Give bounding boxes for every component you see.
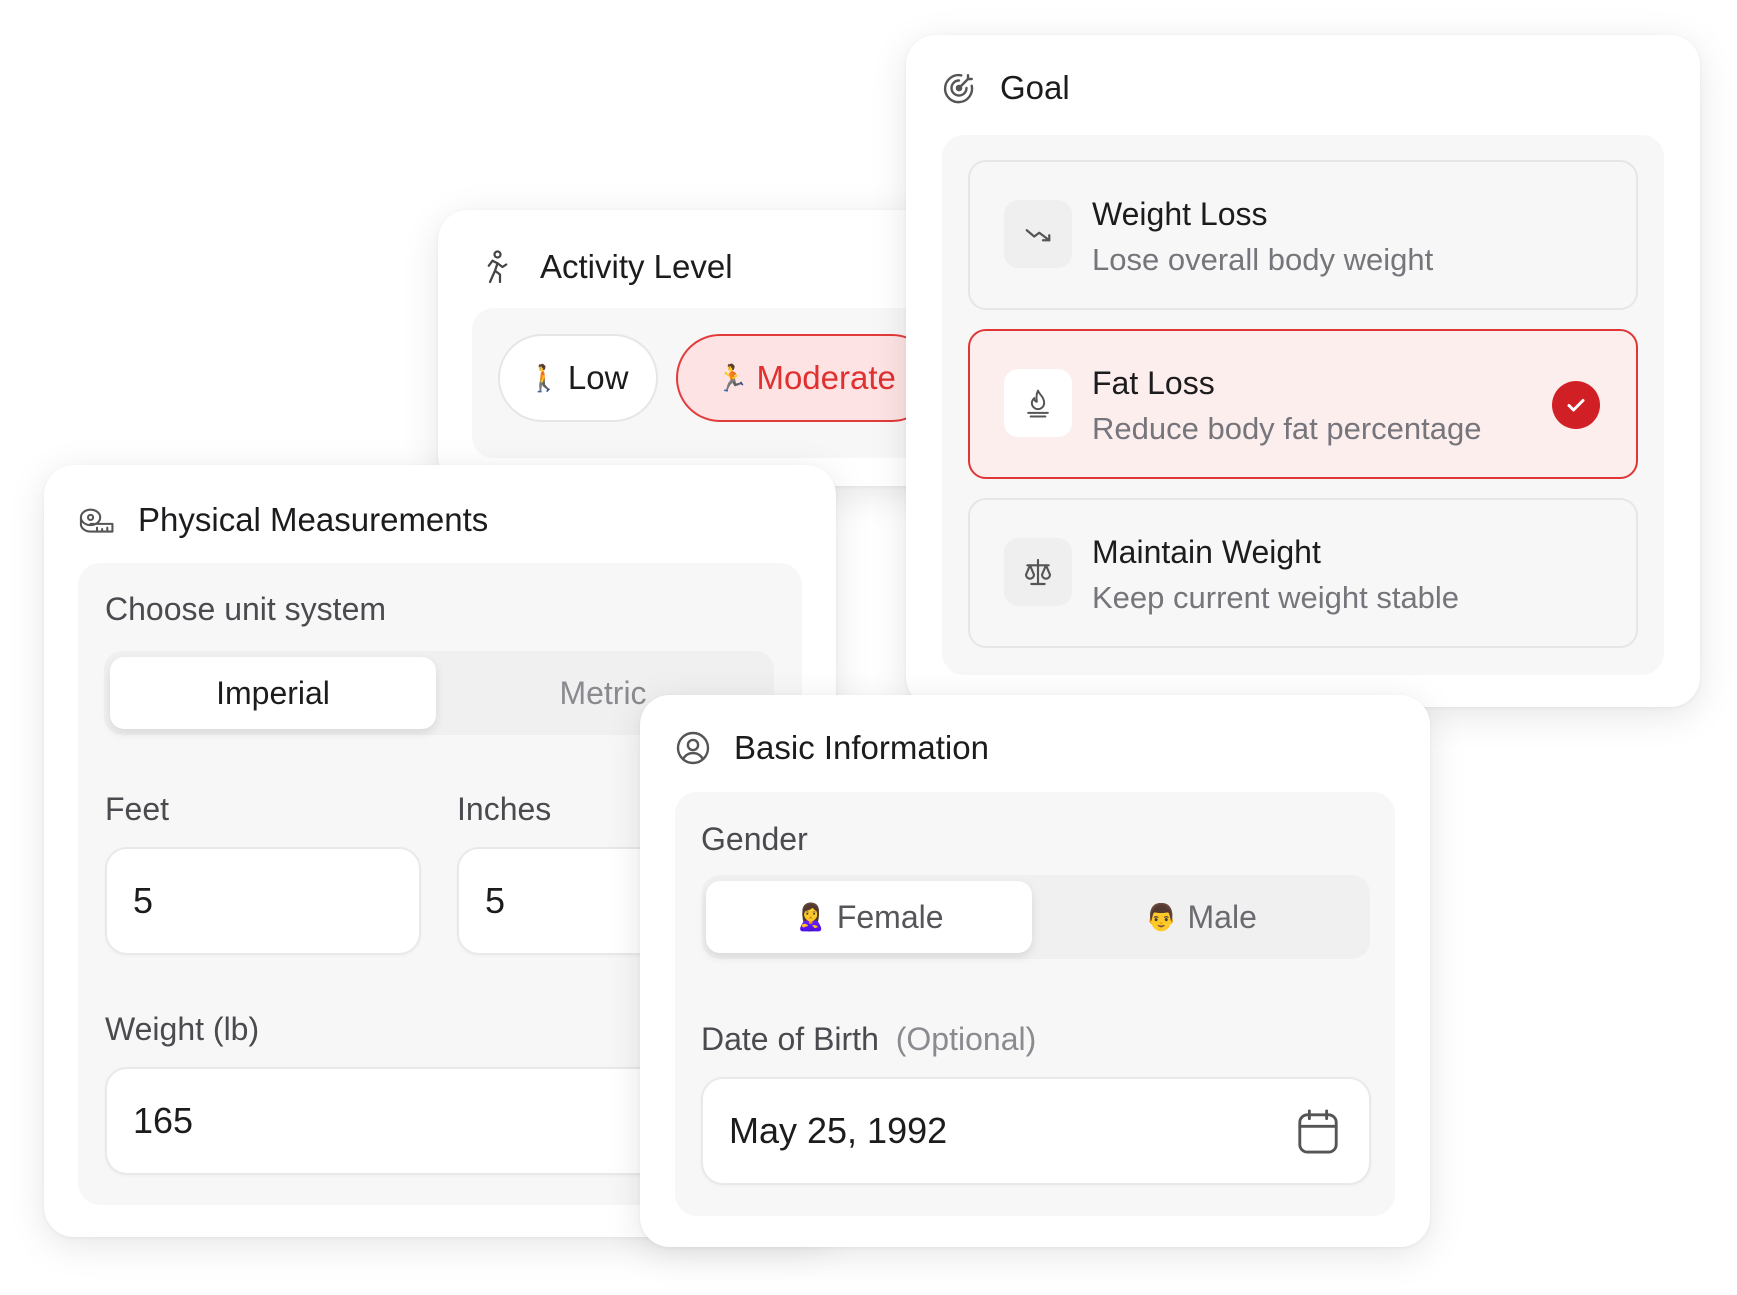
activity-level-title: Activity Level [540,248,733,285]
goal-card: Goal Weight Loss Lose overall body weigh… [906,35,1700,707]
goal-option-title: Fat Loss [1092,365,1215,401]
gender-option-female[interactable]: 🙎‍♀️ Female [706,881,1032,953]
selected-check-icon [1552,381,1600,429]
target-icon [940,69,978,107]
basic-information-header: Basic Information [674,729,989,767]
flame-icon [1004,369,1072,437]
physical-measurements-header: Physical Measurements [78,501,488,539]
weight-value: 165 [133,1100,194,1141]
gender-toggle: 🙎‍♀️ Female 👨 Male [702,875,1370,959]
unit-option-imperial[interactable]: Imperial [110,657,436,729]
goal-option-description: Keep current weight stable [1092,580,1460,615]
running-person-emoji-icon: 🏃 [716,362,749,393]
running-person-icon [476,248,514,286]
inches-value: 5 [485,880,506,921]
date-of-birth-optional-text: (Optional) [895,1021,1037,1057]
goal-option-maintain-weight[interactable]: Maintain Weight Keep current weight stab… [968,498,1638,648]
goal-option-title: Weight Loss [1092,196,1268,232]
basic-information-card: Basic Information Gender 🙎‍♀️ Female 👨 M… [640,695,1430,1247]
gender-label: Gender [701,821,808,857]
goal-option-description: Lose overall body weight [1092,242,1434,277]
user-circle-icon [674,729,712,767]
inches-label: Inches [457,791,552,827]
gender-option-label: Male [1187,898,1257,935]
weight-label: Weight (lb) [105,1011,260,1047]
activity-option-label: Moderate [756,359,896,396]
date-of-birth-input[interactable]: May 25, 1992 [701,1077,1371,1185]
calendar-icon[interactable] [1295,1107,1341,1166]
goal-header: Goal [940,69,1070,107]
feet-label: Feet [105,791,170,827]
goal-option-title: Maintain Weight [1092,534,1321,570]
goal-option-fat-loss[interactable]: Fat Loss Reduce body fat percentage [968,329,1638,479]
feet-input[interactable]: 5 [105,847,421,955]
date-of-birth-label-text: Date of Birth [701,1021,879,1057]
basic-information-title: Basic Information [734,729,989,766]
goal-option-description: Reduce body fat percentage [1092,411,1482,446]
measuring-tape-icon [78,501,116,539]
male-person-icon: 👨 [1145,901,1178,932]
activity-option-moderate[interactable]: 🏃 Moderate [676,334,936,422]
activity-option-low[interactable]: 🚶 Low [498,334,658,422]
activity-option-label: Low [567,359,629,396]
date-of-birth-value: May 25, 1992 [729,1110,948,1151]
goal-option-weight-loss[interactable]: Weight Loss Lose overall body weight [968,160,1638,310]
gender-option-male[interactable]: 👨 Male [1038,881,1364,953]
physical-measurements-title: Physical Measurements [138,501,489,538]
goal-title: Goal [1000,69,1070,106]
trend-down-icon [1004,200,1072,268]
walking-person-icon: 🚶 [527,362,560,393]
female-person-icon: 🙎‍♀️ [794,901,827,932]
gender-option-label: Female [836,898,944,935]
scale-balance-icon [1004,538,1072,606]
date-of-birth-label: Date of Birth (Optional) [701,1021,1036,1058]
feet-value: 5 [133,880,154,921]
activity-level-card: Activity Level 🚶 Low 🏃 Moderate [438,210,958,486]
unit-system-label: Choose unit system [105,591,387,627]
activity-level-header: Activity Level [476,248,733,286]
